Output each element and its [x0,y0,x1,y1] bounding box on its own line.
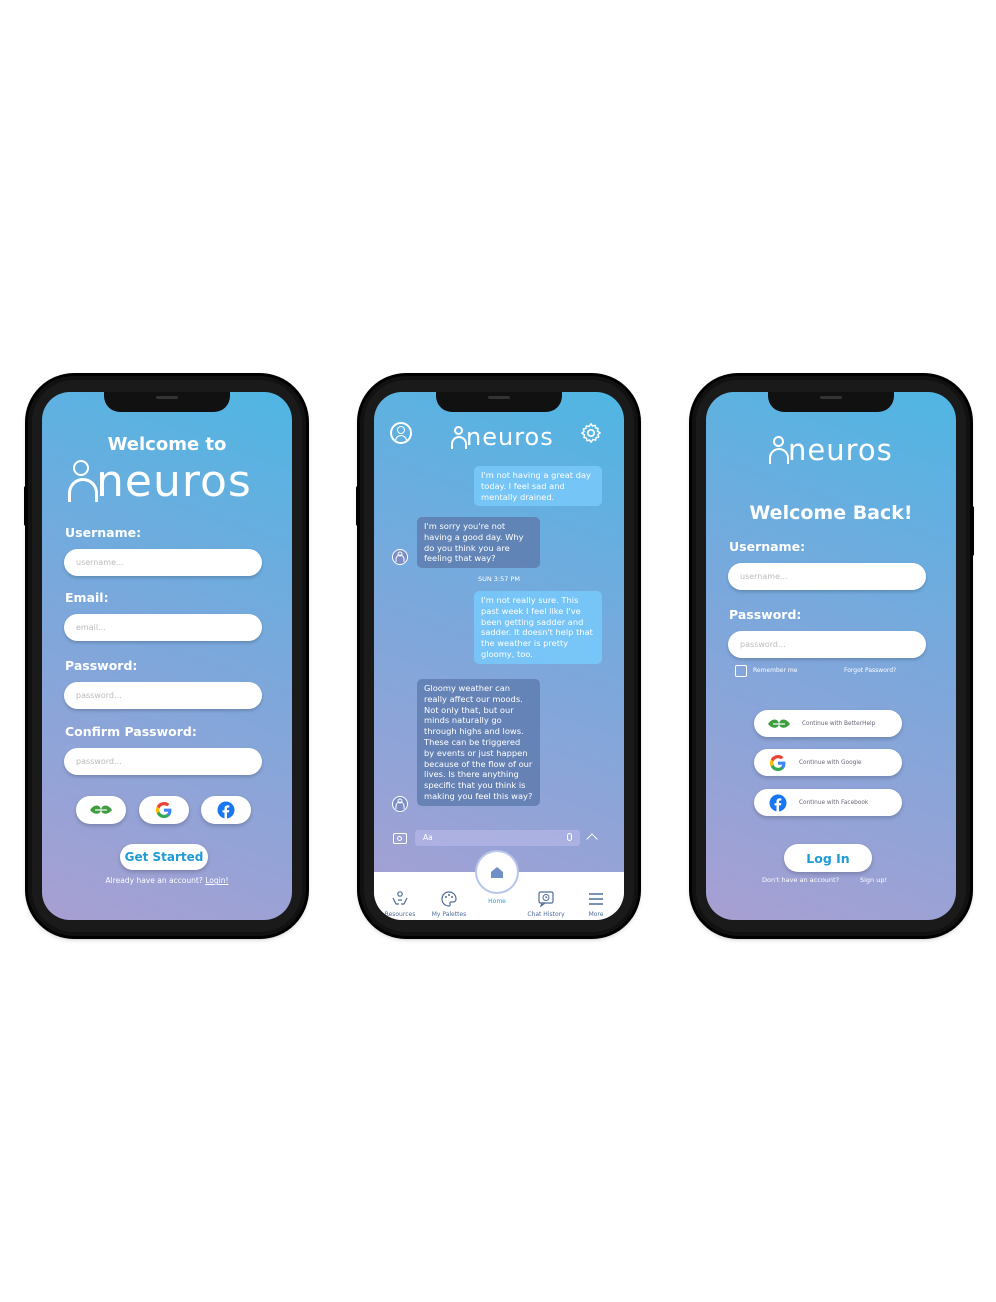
tab-chat-history-label: Chat History [527,911,565,918]
password-label: Password: [729,607,802,622]
message-input[interactable]: Aa [415,830,580,846]
notch [436,392,562,412]
bot-avatar-icon [392,549,408,565]
brand-name: neuros [96,456,252,507]
resources-hands-icon [392,891,408,905]
bot-message: Gloomy weather can really affect our moo… [417,679,540,806]
password-input[interactable]: password... [64,682,262,709]
chevron-up-icon[interactable] [586,833,598,845]
settings-gear-icon[interactable] [580,422,602,444]
tab-more-label: More [588,911,604,918]
tab-more[interactable]: More [572,890,620,918]
email-label: Email: [65,590,109,605]
facebook-icon [217,801,235,819]
google-icon [156,802,172,818]
tab-chat-history[interactable]: Chat History [522,890,570,918]
leaf-icon [90,805,112,814]
notch [768,392,894,412]
home-icon [491,866,503,878]
remember-me-checkbox[interactable] [735,665,747,677]
facebook-button[interactable] [201,796,251,824]
timestamp: SUN 3:57 PM [477,575,520,583]
brand-name: neuros [466,423,554,451]
leaf-icon [768,719,790,728]
brand-logo: neuros [66,454,252,504]
betterhelp-button[interactable] [76,796,126,824]
no-account-text: Don't have an account? [762,876,840,884]
google-button[interactable] [139,796,189,824]
tab-home[interactable] [477,852,517,892]
username-label: Username: [729,539,806,554]
tab-resources[interactable]: Resources [376,890,424,918]
notch [104,392,230,412]
welcome-back-heading: Welcome Back! [749,502,913,524]
continue-google-button[interactable]: Continue with Google [754,749,902,776]
user-message: I'm not really sure. This past week I fe… [474,591,602,664]
hamburger-menu-icon [589,893,603,905]
signup-screen: Welcome to neuros Username: username... … [42,392,292,920]
continue-facebook-label: Continue with Facebook [799,799,869,806]
remember-me-label: Remember me [753,667,798,674]
brand-logo: neuros [768,430,893,466]
palette-icon [441,891,457,907]
camera-icon[interactable] [393,833,407,844]
already-account-text: Already have an account? Login! [42,876,292,885]
brand-logo: neuros [450,420,554,450]
already-account-label: Already have an account? [105,876,203,885]
chat-screen: neuros I'm not having a great day today.… [374,392,624,920]
username-label: Username: [65,525,142,540]
tab-my-palettes[interactable]: My Palettes [425,890,473,918]
confirm-password-label: Confirm Password: [65,724,197,739]
tab-my-palettes-label: My Palettes [431,911,467,918]
google-icon [770,754,786,771]
tab-resources-label: Resources [384,911,416,918]
continue-betterhelp-button[interactable]: Continue with BetterHelp [754,710,902,737]
continue-betterhelp-label: Continue with BetterHelp [802,720,876,727]
side-button [356,486,360,526]
login-screen: neuros Welcome Back! Username: username.… [706,392,956,920]
password-label: Password: [65,658,138,673]
facebook-icon [769,794,787,811]
welcome-heading: Welcome to [107,434,227,455]
profile-icon[interactable] [390,422,412,444]
username-input[interactable]: username... [728,563,926,590]
brand-name: neuros [788,433,893,467]
login-button[interactable]: Log In [784,844,872,872]
side-button [24,486,28,526]
continue-facebook-button[interactable]: Continue with Facebook [754,789,902,816]
bot-message: I'm sorry you're not having a good day. … [417,517,540,569]
email-input[interactable]: email... [64,614,262,641]
signup-link[interactable]: Sign up! [860,876,887,884]
phone-signup: Welcome to neuros Username: username... … [24,376,306,936]
confirm-password-input[interactable]: password... [64,748,262,775]
forgot-password-link[interactable]: Forgot Password? [844,667,896,674]
microphone-icon[interactable] [567,833,572,841]
get-started-button[interactable]: Get Started [120,844,208,870]
logo-figure-icon [768,434,790,466]
chat-history-icon [538,891,554,908]
password-input[interactable]: password... [728,631,926,658]
logo-figure-icon [450,424,468,450]
continue-google-label: Continue with Google [799,759,862,766]
phone-login: neuros Welcome Back! Username: username.… [692,376,974,936]
login-link[interactable]: Login! [205,876,228,885]
phone-chat: neuros I'm not having a great day today.… [356,376,638,936]
username-input[interactable]: username... [64,549,262,576]
logo-figure-icon [66,458,100,504]
bot-avatar-icon [392,796,408,812]
bottom-nav: Resources My Palettes Home Chat History … [374,852,624,920]
user-message: I'm not having a great day today. I feel… [474,466,602,507]
side-button [970,506,974,556]
message-input-placeholder: Aa [423,833,433,842]
tab-home-label: Home [488,898,506,905]
